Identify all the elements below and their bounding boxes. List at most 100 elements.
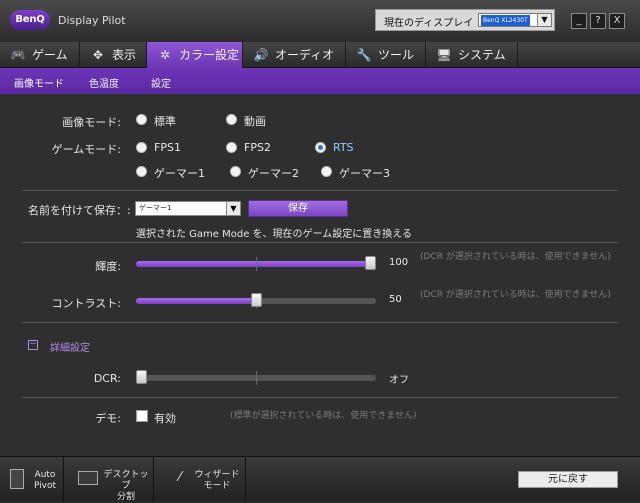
tab-label: ゲーム bbox=[32, 48, 68, 62]
radio-fps1-label: FPS1 bbox=[154, 141, 181, 154]
advanced-settings-label: 詳細設定 bbox=[50, 343, 90, 354]
radio-rts[interactable] bbox=[315, 142, 326, 153]
demo-checkbox[interactable] bbox=[136, 410, 148, 422]
label-line: Pivot bbox=[33, 481, 57, 491]
subtab-picture-mode[interactable]: 画像モード bbox=[14, 75, 64, 90]
radio-fps1[interactable] bbox=[136, 142, 147, 153]
slider-midpoint-tick bbox=[256, 257, 257, 271]
brightness-note: (DCR が選択されている時は、使用できません) bbox=[420, 252, 611, 262]
sub-tabs: 画像モード 色温度 設定 bbox=[0, 68, 640, 94]
radio-fps2-label: FPS2 bbox=[244, 141, 271, 154]
monitor-icon bbox=[78, 471, 98, 485]
tab-label: オーディオ bbox=[275, 48, 335, 62]
demo-note: (標準が選択されている時は、使用できません) bbox=[230, 411, 417, 421]
display-selector-panel: 現在のディスプレイ BenQ XL2430T ▼ bbox=[375, 9, 555, 31]
title-bar: BenQ Display Pilot 現在のディスプレイ BenQ XL2430… bbox=[0, 0, 640, 42]
divider bbox=[22, 242, 618, 243]
save-slot-select[interactable]: ゲーマー1 ▼ bbox=[135, 201, 241, 216]
slider-thumb[interactable] bbox=[136, 370, 147, 384]
brightness-label: 輝度: bbox=[95, 260, 121, 273]
tab-label: ツール bbox=[378, 48, 415, 62]
collapse-advanced-button[interactable]: − bbox=[28, 340, 38, 350]
radio-standard-label: 標準 bbox=[154, 115, 176, 128]
tab-game[interactable]: 🎮 ゲーム bbox=[0, 42, 80, 68]
slider-fill bbox=[136, 261, 371, 267]
tab-display[interactable]: ✥ 表示 bbox=[80, 42, 147, 68]
auto-pivot-button[interactable]: Auto Pivot bbox=[0, 457, 64, 502]
chevron-down-icon[interactable]: ▼ bbox=[537, 14, 551, 26]
picture-mode-label: 画像モード: bbox=[62, 116, 121, 129]
demo-label: デモ: bbox=[95, 412, 121, 425]
tab-color[interactable]: ✲ カラー設定 bbox=[147, 42, 243, 68]
slider-midpoint-tick bbox=[256, 371, 257, 385]
radio-gamer1[interactable] bbox=[136, 166, 147, 177]
display-label: 現在のディスプレイ bbox=[384, 18, 474, 29]
display-icon: ✥ bbox=[92, 48, 104, 62]
radio-gamer1-label: ゲーマー1 bbox=[154, 167, 205, 180]
brightness-slider[interactable] bbox=[136, 256, 376, 271]
brightness-value: 100 bbox=[389, 257, 409, 268]
auto-pivot-label: Auto Pivot bbox=[32, 470, 58, 492]
save-note: 選択された Game Mode を、現在のゲーム設定に置き換える bbox=[136, 229, 412, 240]
app-title: Display Pilot bbox=[58, 14, 126, 27]
tab-label: カラー設定 bbox=[179, 48, 240, 62]
radio-movie[interactable] bbox=[226, 114, 237, 125]
wizard-mode-label: ウィザード モード bbox=[194, 470, 240, 492]
restore-button[interactable]: 元に戻す bbox=[518, 471, 618, 488]
label-line: モード bbox=[203, 481, 231, 491]
minimize-button[interactable]: _ bbox=[571, 13, 587, 29]
radio-standard[interactable] bbox=[136, 114, 147, 125]
help-button[interactable]: ? bbox=[590, 13, 606, 29]
dcr-label: DCR: bbox=[93, 372, 121, 385]
contrast-slider[interactable] bbox=[136, 293, 376, 308]
gamepad-icon: 🎮 bbox=[10, 48, 26, 62]
close-button[interactable]: X bbox=[609, 13, 625, 29]
label-line: デスクトップ bbox=[103, 470, 149, 491]
pivot-icon bbox=[10, 469, 24, 489]
save-as-label: 名前を付けて保存：: bbox=[28, 204, 131, 217]
label-line: ウィザード bbox=[194, 470, 240, 480]
radio-gamer2[interactable] bbox=[230, 166, 241, 177]
speaker-icon: 🔊 bbox=[253, 48, 269, 62]
desktop-split-button[interactable]: デスクトップ 分割 bbox=[64, 457, 154, 502]
slider-thumb[interactable] bbox=[365, 256, 376, 270]
save-slot-value: ゲーマー1 bbox=[139, 204, 172, 212]
main-tabs: 🎮 ゲーム ✥ 表示 ✲ カラー設定 🔊 オーディオ 🔧 ツール 🖥 システム bbox=[0, 42, 640, 68]
magic-wand-icon: ⁄ bbox=[178, 470, 182, 485]
radio-gamer3[interactable] bbox=[321, 166, 332, 177]
dcr-value: オフ bbox=[389, 375, 409, 386]
tab-label: システム bbox=[458, 48, 506, 62]
label-line: Auto bbox=[34, 470, 56, 480]
label-line: 分割 bbox=[116, 492, 135, 502]
desktop-split-label: デスクトップ 分割 bbox=[102, 470, 150, 503]
divider bbox=[22, 397, 618, 398]
contrast-label: コントラスト: bbox=[51, 297, 122, 310]
radio-rts-label: RTS bbox=[333, 141, 354, 154]
tab-tools[interactable]: 🔧 ツール bbox=[346, 42, 426, 68]
chevron-down-icon[interactable]: ▼ bbox=[226, 202, 240, 215]
save-button[interactable]: 保存 bbox=[248, 200, 348, 217]
contrast-value: 50 bbox=[389, 294, 402, 305]
divider bbox=[22, 190, 618, 191]
wizard-mode-button[interactable]: ⁄ ウィザード モード bbox=[154, 457, 246, 502]
radio-gamer3-label: ゲーマー3 bbox=[339, 167, 390, 180]
demo-checkbox-label: 有効 bbox=[154, 412, 176, 425]
subtab-color-temp[interactable]: 色温度 bbox=[89, 75, 119, 90]
contrast-note: (DCR が選択されている時は、使用できません) bbox=[420, 290, 611, 300]
tab-label: 表示 bbox=[112, 48, 137, 62]
divider bbox=[22, 322, 618, 323]
radio-fps2[interactable] bbox=[226, 142, 237, 153]
subtab-settings[interactable]: 設定 bbox=[151, 75, 171, 90]
tab-audio[interactable]: 🔊 オーディオ bbox=[243, 42, 346, 68]
display-select[interactable]: BenQ XL2430T ▼ bbox=[478, 13, 552, 27]
footer-bar: Auto Pivot デスクトップ 分割 ⁄ ウィザード モード 元に戻す bbox=[0, 456, 640, 502]
dcr-slider[interactable] bbox=[136, 370, 376, 385]
slider-thumb[interactable] bbox=[250, 293, 262, 307]
slider-fill bbox=[136, 298, 257, 304]
display-select-value: BenQ XL2430T bbox=[481, 15, 530, 26]
color-icon: ✲ bbox=[159, 48, 171, 62]
radio-movie-label: 動画 bbox=[244, 115, 266, 128]
wrench-icon: 🔧 bbox=[356, 48, 372, 62]
tab-system[interactable]: 🖥 システム bbox=[426, 42, 518, 68]
radio-gamer2-label: ゲーマー2 bbox=[248, 167, 299, 180]
